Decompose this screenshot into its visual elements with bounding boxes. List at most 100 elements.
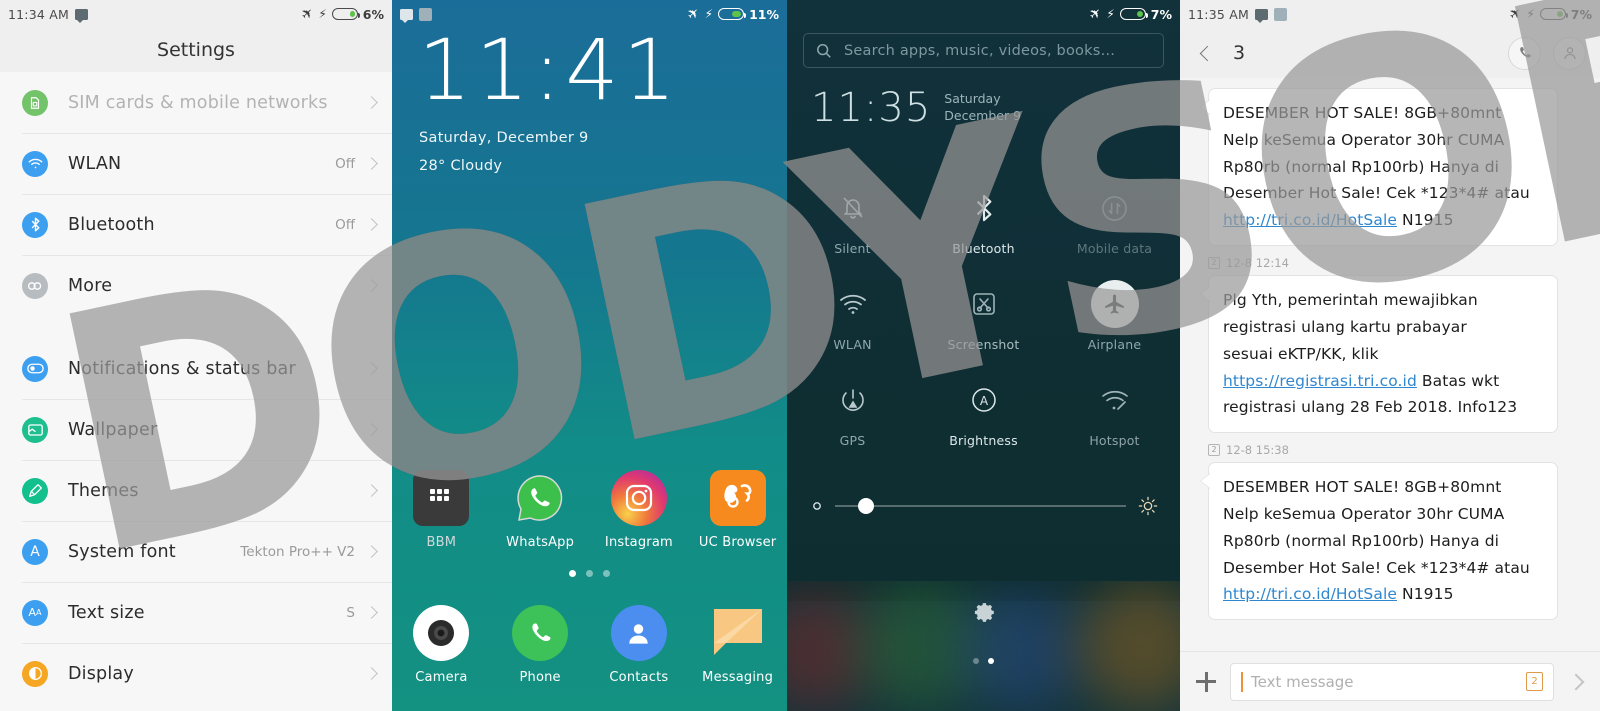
- quick-tile-row: Silent Bluetooth Mobile data: [787, 170, 1180, 266]
- header-actions: [1508, 36, 1586, 70]
- chevron-right-icon: [365, 606, 378, 619]
- search-input[interactable]: Search apps, music, videos, books…: [803, 33, 1164, 68]
- sidebar-item-value: Tekton Pro++ V2: [240, 543, 355, 560]
- message-bubble[interactable]: DESEMBER HOT SALE! 8GB+80mnt Nelp keSemu…: [1200, 88, 1558, 247]
- status-bar-sms: 11:35 AM ✈ ⚡ 7%: [1180, 0, 1600, 28]
- page-dot[interactable]: [973, 658, 979, 664]
- brightness-slider[interactable]: [811, 496, 1158, 516]
- message-line: Desember Hot Sale! Cek *123*4# atau: [1223, 184, 1530, 203]
- message-bubble[interactable]: DESEMBER HOT SALE! 8GB+80mnt Nelp keSemu…: [1200, 462, 1558, 621]
- dock-messaging[interactable]: Messaging: [688, 605, 787, 685]
- timestamp-text: 12-8 15:38: [1226, 443, 1289, 458]
- app-notification-icon: [1273, 7, 1287, 21]
- message-list[interactable]: DESEMBER HOT SALE! 8GB+80mnt Nelp keSemu…: [1180, 78, 1600, 651]
- toggle-icon: [22, 355, 48, 382]
- battery-percent: 7%: [1570, 6, 1592, 22]
- messaging-panel: 11:35 AM ✈ ⚡ 7% 3 DESEMBER HOT SALE! 8GB…: [1180, 0, 1600, 711]
- page-dot[interactable]: [586, 570, 593, 577]
- status-time: 11:34 AM: [8, 6, 69, 22]
- quick-tile-gps[interactable]: GPS: [787, 362, 918, 458]
- weather-label[interactable]: 28° Cloudy: [419, 158, 502, 174]
- message-line: registrasi ulang kartu prabayar: [1223, 317, 1467, 336]
- quick-tile-bluetooth[interactable]: Bluetooth: [918, 170, 1049, 266]
- sidebar-item-themes[interactable]: Themes: [0, 460, 392, 521]
- quick-settings-panel: DODYSOFT ✈ ⚡ 7% Search apps, music, vide…: [787, 0, 1180, 711]
- app-uc-browser[interactable]: UC Browser: [688, 470, 787, 550]
- message-link[interactable]: http://tri.co.id/HotSale: [1223, 585, 1397, 603]
- sidebar-item-label: More: [68, 275, 113, 296]
- sidebar-item-wallpaper[interactable]: Wallpaper: [0, 399, 392, 460]
- contact-icon: [1563, 47, 1576, 60]
- quick-settings-gear-button[interactable]: [787, 602, 1180, 628]
- text-size-icon: AA: [22, 599, 48, 626]
- battery-percent: 11%: [749, 6, 779, 22]
- message-line: registrasi ulang 28 Feb 2018. Info123: [1223, 398, 1518, 417]
- message-bubble[interactable]: Plg Yth, pemerintah mewajibkan registras…: [1200, 275, 1558, 434]
- sidebar-item-sim-cards[interactable]: SIM cards & mobile networks: [0, 72, 392, 133]
- quick-tile-airplane[interactable]: Airplane: [1049, 266, 1180, 362]
- sim-selector-icon[interactable]: 2: [1526, 672, 1543, 691]
- app-instagram[interactable]: Instagram: [590, 470, 689, 550]
- sidebar-item-bluetooth[interactable]: Bluetooth Off: [0, 194, 392, 255]
- app-bbm[interactable]: BBM: [392, 470, 491, 550]
- quick-page-indicator: [787, 658, 1180, 664]
- settings-list: SIM cards & mobile networks WLAN Off Blu…: [0, 72, 392, 711]
- contact-button[interactable]: [1553, 36, 1586, 70]
- brightness-icon: [22, 660, 48, 687]
- quick-tile-hotspot[interactable]: Hotspot: [1049, 362, 1180, 458]
- quick-tile-screenshot[interactable]: Screenshot: [918, 266, 1049, 362]
- sidebar-item-label: WLAN: [68, 153, 122, 174]
- dock-contacts[interactable]: Contacts: [590, 605, 689, 685]
- call-button[interactable]: [1508, 36, 1541, 70]
- sidebar-item-notifications[interactable]: Notifications & status bar: [0, 338, 392, 399]
- quick-tile-label: Bluetooth: [952, 241, 1015, 256]
- dock-label: Camera: [415, 670, 468, 685]
- clock-widget[interactable]: 11:41: [418, 28, 680, 112]
- message-notification-icon: [1254, 8, 1268, 23]
- sidebar-item-system-font[interactable]: A System font Tekton Pro++ V2: [0, 521, 392, 582]
- sidebar-item-label: System font: [68, 541, 176, 562]
- image-icon: [22, 416, 48, 443]
- quick-date: Saturday December 9: [944, 91, 1021, 125]
- page-dot[interactable]: [569, 570, 576, 577]
- sidebar-item-display[interactable]: Display: [0, 643, 392, 704]
- plus-icon[interactable]: [1192, 668, 1220, 696]
- page-dot[interactable]: [988, 658, 994, 664]
- quick-tile-label: Silent: [834, 241, 871, 256]
- timestamp-text: 12-8 12:14: [1226, 256, 1289, 271]
- bolt-icon: ⚡: [704, 7, 714, 21]
- sidebar-item-more[interactable]: More: [0, 255, 392, 316]
- gear-icon: [974, 603, 994, 622]
- slider-track[interactable]: [835, 498, 1126, 514]
- quick-tile-label: Hotspot: [1089, 433, 1140, 448]
- app-whatsapp[interactable]: WhatsApp: [491, 470, 590, 550]
- instagram-icon: [610, 470, 667, 526]
- quick-tile-mobile-data[interactable]: Mobile data: [1049, 170, 1180, 266]
- quick-tile-silent[interactable]: Silent: [787, 170, 918, 266]
- status-bar-right: ✈ ⚡ 7%: [1506, 4, 1592, 24]
- message-link[interactable]: https://registrasi.tri.co.id: [1223, 372, 1417, 390]
- message-notification-icon: [74, 8, 88, 23]
- message-line: http://tri.co.id/HotSale N1915: [1223, 581, 1543, 608]
- dock-camera[interactable]: Camera: [392, 605, 491, 685]
- date-label: Saturday, December 9: [419, 130, 589, 146]
- status-bar-right: ✈ ⚡ 11%: [684, 4, 779, 24]
- slider-knob[interactable]: [858, 498, 875, 514]
- status-bar-right: ✈ ⚡ 7%: [1086, 4, 1172, 24]
- quick-tile-brightness[interactable]: A Brightness: [918, 362, 1049, 458]
- quick-bg-blur: [787, 581, 1180, 711]
- sidebar-item-text-size[interactable]: AA Text size S: [0, 582, 392, 643]
- message-link[interactable]: http://tri.co.id/HotSale: [1223, 211, 1397, 229]
- message-timestamp: 2 12-8 15:38: [1208, 443, 1586, 457]
- page-dot[interactable]: [603, 570, 610, 577]
- send-icon[interactable]: [1567, 673, 1585, 690]
- dock-phone[interactable]: Phone: [491, 605, 590, 685]
- quick-tile-wlan[interactable]: WLAN: [787, 266, 918, 362]
- dock-label: Phone: [519, 670, 561, 685]
- message-input[interactable]: Text message 2: [1230, 662, 1554, 701]
- sidebar-item-wlan[interactable]: WLAN Off: [0, 133, 392, 194]
- airplane-icon: [1090, 280, 1139, 328]
- text-caret: [1241, 671, 1243, 692]
- app-row: BBM WhatsApp Instagram UC Browser: [392, 470, 787, 550]
- back-icon[interactable]: [1199, 45, 1216, 61]
